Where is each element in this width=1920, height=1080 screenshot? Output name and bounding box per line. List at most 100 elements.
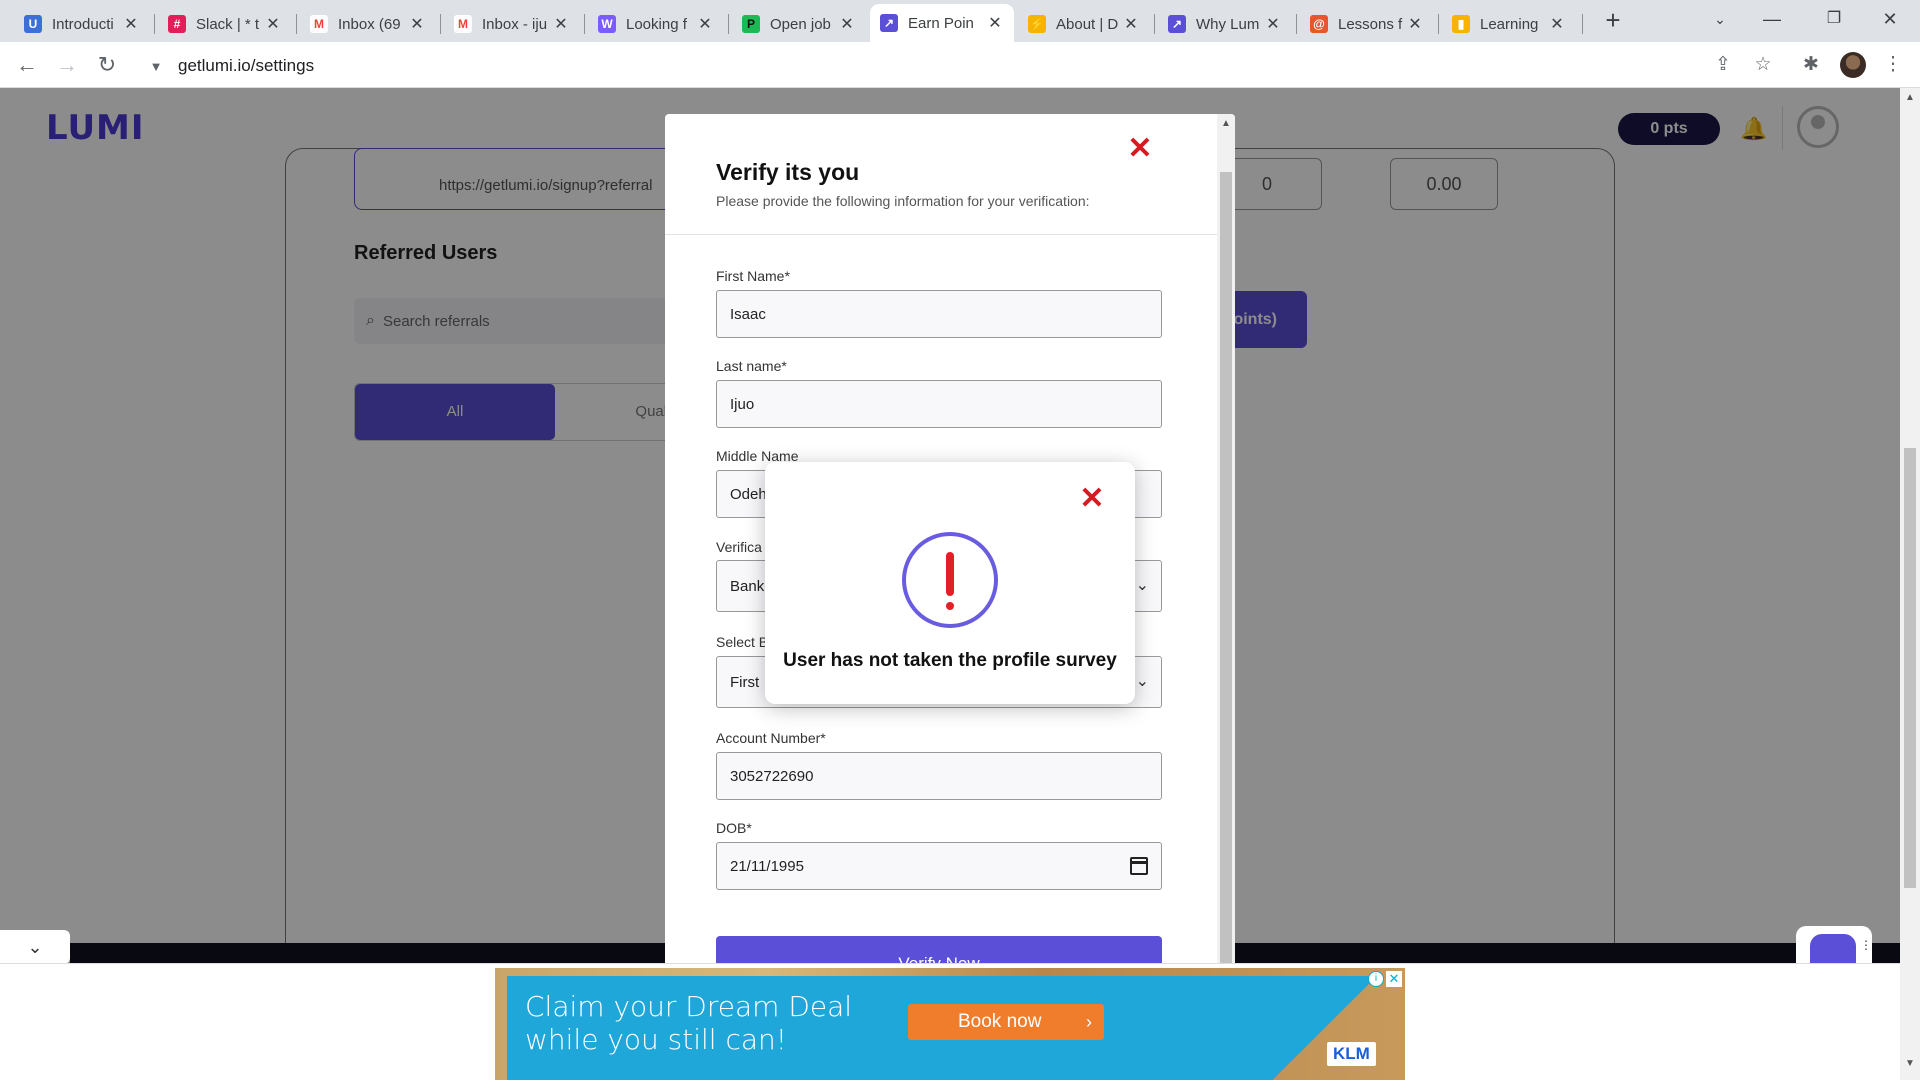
gmail-icon: M xyxy=(454,15,472,33)
scroll-up-icon[interactable]: ▲ xyxy=(1221,118,1231,129)
close-icon[interactable]: ✕ xyxy=(1077,484,1107,514)
address-bar[interactable]: ▼ getlumi.io/settings xyxy=(138,49,1698,83)
browser-tab[interactable]: # Slack | * t ✕ xyxy=(158,6,292,42)
error-alert-dialog: ✕ User has not taken the profile survey xyxy=(765,462,1135,704)
first-name-field[interactable]: Isaac xyxy=(716,290,1162,338)
minimize-icon[interactable]: — xyxy=(1752,4,1792,34)
close-icon[interactable]: ✕ xyxy=(1125,134,1155,164)
browser-tab-bar: U Introducti ✕ # Slack | * t ✕ M Inbox (… xyxy=(0,0,1920,42)
browser-profile-avatar[interactable] xyxy=(1840,52,1866,78)
browser-tab-active[interactable]: ↗ Earn Poin ✕ xyxy=(870,4,1014,42)
tab-title: Why Lum xyxy=(1196,15,1260,33)
scroll-up-icon[interactable]: ▲ xyxy=(1905,92,1915,103)
bolt-icon: ⚡ xyxy=(1028,15,1046,33)
last-name-field[interactable]: Ijuo xyxy=(716,380,1162,428)
close-icon[interactable]: ✕ xyxy=(1548,14,1566,34)
browser-tab[interactable]: U Introducti ✕ xyxy=(14,6,150,42)
verify-now-button[interactable]: Verify Now xyxy=(716,936,1162,963)
tab-title: Earn Poin xyxy=(908,14,974,32)
browser-tab[interactable]: P Open job ✕ xyxy=(732,6,866,42)
chat-widget[interactable]: ⋮ xyxy=(1796,926,1872,963)
bars-icon: ▮ xyxy=(1452,15,1470,33)
dob-value: 21/11/1995 xyxy=(730,857,804,875)
close-icon[interactable]: ✕ xyxy=(1122,14,1140,34)
lumi-logo-icon: ↗ xyxy=(1168,15,1186,33)
browser-toolbar: ← → ↻ ▼ getlumi.io/settings ⇪ ☆ ✱ ⋮ xyxy=(0,42,1920,88)
tab-title: Introducti xyxy=(52,15,114,33)
page-viewport: LUMI 0 pts 🔔 https://getlumi.io/signup?r… xyxy=(0,88,1900,963)
bookmark-star-icon[interactable]: ☆ xyxy=(1750,52,1776,78)
close-icon[interactable]: ✕ xyxy=(986,13,1004,33)
last-name-value: Ijuo xyxy=(730,395,755,413)
browser-tab[interactable]: @ Lessons f ✕ xyxy=(1300,6,1434,42)
scroll-down-icon[interactable]: ▼ xyxy=(1905,1058,1915,1069)
forward-icon[interactable]: → xyxy=(52,50,82,80)
verification-type-value: Bank xyxy=(730,577,765,595)
account-number-label: Account Number* xyxy=(716,730,826,746)
chat-icon[interactable] xyxy=(1810,934,1856,963)
ad-close-icon[interactable]: ✕ xyxy=(1386,971,1402,987)
tab-title: Inbox (69 xyxy=(338,15,401,33)
klm-logo: KLM xyxy=(1327,1042,1376,1066)
browser-tab[interactable]: W Looking f ✕ xyxy=(588,6,724,42)
dob-field[interactable]: 21/11/1995 xyxy=(716,842,1162,890)
verification-type-label: Verifica xyxy=(716,539,762,555)
lumi-logo-icon: ↗ xyxy=(880,14,898,32)
tab-title: Looking f xyxy=(626,15,687,33)
window-close-icon[interactable]: ✕ xyxy=(1870,4,1910,34)
first-name-value: Isaac xyxy=(730,305,766,323)
tab-title: About | D xyxy=(1056,15,1119,33)
close-icon[interactable]: ✕ xyxy=(264,14,282,34)
close-icon[interactable]: ✕ xyxy=(408,14,426,34)
scrollbar-thumb[interactable] xyxy=(1220,172,1232,963)
adchoices-icon[interactable]: i xyxy=(1368,971,1384,987)
browser-tab[interactable]: ⚡ About | D ✕ xyxy=(1018,6,1150,42)
close-icon[interactable]: ✕ xyxy=(696,14,714,34)
new-tab-button[interactable]: + xyxy=(1598,6,1628,36)
browser-tab[interactable]: ▮ Learning ✕ xyxy=(1442,6,1576,42)
chevron-down-icon: ⌄ xyxy=(1135,577,1149,594)
scrollbar-thumb[interactable] xyxy=(1904,448,1916,888)
extensions-puzzle-icon[interactable]: ✱ xyxy=(1798,52,1824,78)
calendar-icon[interactable] xyxy=(1130,857,1148,875)
slack-icon: # xyxy=(168,15,186,33)
reload-icon[interactable]: ↻ xyxy=(92,50,122,80)
ad-headline[interactable]: Claim your Dream Deal while you still ca… xyxy=(525,990,925,1056)
close-icon[interactable]: ✕ xyxy=(552,14,570,34)
middle-name-value: Odeh xyxy=(730,485,767,503)
browser-menu-icon[interactable]: ⋮ xyxy=(1880,52,1906,78)
klm-ad-banner[interactable]: Claim your Dream Deal while you still ca… xyxy=(495,968,1405,1080)
url-text[interactable]: getlumi.io/settings xyxy=(178,56,314,76)
account-number-field[interactable]: 3052722690 xyxy=(716,752,1162,800)
restore-icon[interactable]: ❐ xyxy=(1814,4,1854,34)
site-info-chevron-icon[interactable]: ▼ xyxy=(142,59,170,74)
alert-message: User has not taken the profile survey xyxy=(783,650,1117,671)
more-icon[interactable]: ⋮ xyxy=(1860,938,1872,952)
back-icon[interactable]: ← xyxy=(12,50,42,80)
close-icon[interactable]: ✕ xyxy=(838,14,856,34)
first-name-label: First Name* xyxy=(716,268,790,284)
account-number-value: 3052722690 xyxy=(730,767,814,785)
swirl-icon: @ xyxy=(1310,15,1328,33)
tab-search-icon[interactable]: ⌄ xyxy=(1700,4,1740,34)
gmail-icon: M xyxy=(310,15,328,33)
divider xyxy=(665,234,1217,235)
w-logo-icon: W xyxy=(598,15,616,33)
share-icon[interactable]: ⇪ xyxy=(1710,52,1736,78)
close-icon[interactable]: ✕ xyxy=(122,14,140,34)
select-bank-label: Select B xyxy=(716,634,769,650)
bank-value: First xyxy=(730,673,760,691)
book-now-button[interactable]: Book now › xyxy=(908,1004,1104,1040)
chevron-down-icon[interactable]: ⌄ xyxy=(0,930,70,963)
tab-title: Inbox - iju xyxy=(482,15,548,33)
tab-title: Lessons f xyxy=(1338,15,1403,33)
close-icon[interactable]: ✕ xyxy=(1406,14,1424,34)
browser-tab[interactable]: ↗ Why Lum ✕ xyxy=(1158,6,1292,42)
close-icon[interactable]: ✕ xyxy=(1264,14,1282,34)
page-scrollbar[interactable]: ▲ ▼ xyxy=(1900,88,1920,1080)
modal-scrollbar[interactable]: ▲ xyxy=(1217,114,1235,963)
browser-tab[interactable]: M Inbox (69 ✕ xyxy=(300,6,436,42)
browser-tab[interactable]: M Inbox - iju ✕ xyxy=(444,6,580,42)
modal-title: Verify its you xyxy=(716,159,860,185)
u-logo-icon: U xyxy=(24,15,42,33)
